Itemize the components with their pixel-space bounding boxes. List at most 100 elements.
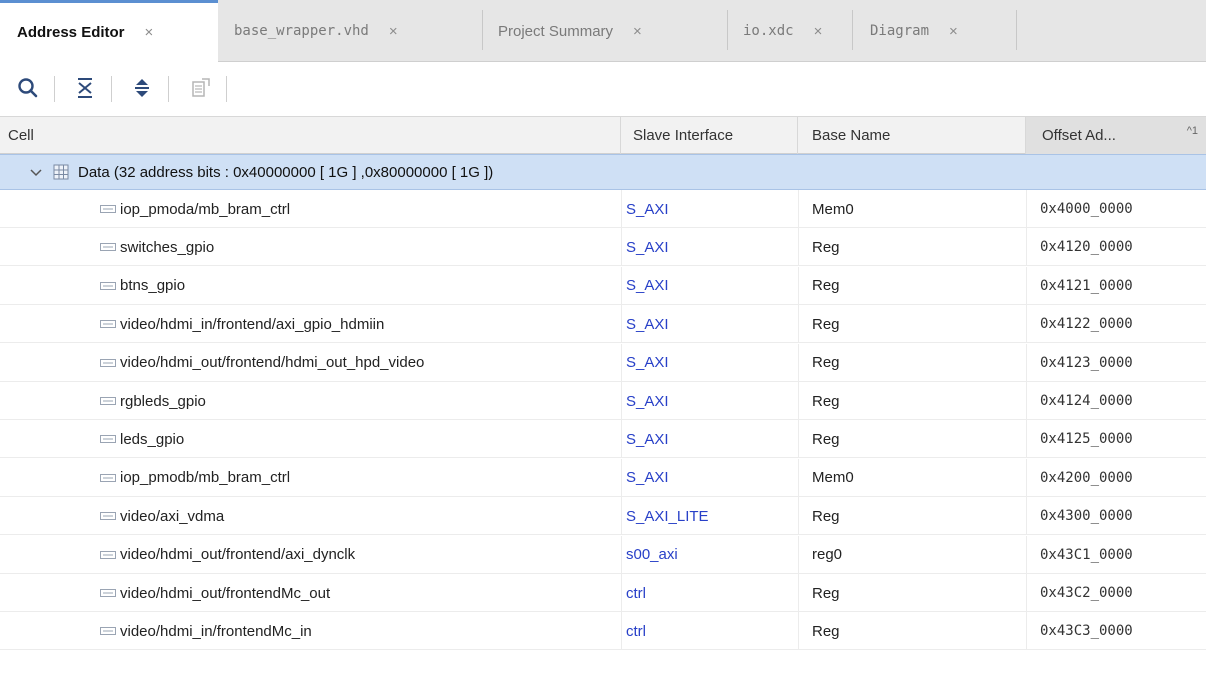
- base-name: Reg: [812, 238, 840, 256]
- column-divider: [621, 343, 622, 382]
- cell-label: video/hdmi_in/frontendMc_in: [120, 622, 312, 640]
- offset-address[interactable]: 0x4300_0000: [1040, 497, 1133, 535]
- offset-address[interactable]: 0x43C1_0000: [1040, 536, 1133, 574]
- offset-address[interactable]: 0x4121_0000: [1040, 267, 1133, 305]
- slave-interface-link[interactable]: S_AXI: [626, 459, 669, 497]
- slave-interface-link[interactable]: S_AXI: [626, 344, 669, 382]
- cell-name: video/hdmi_out/frontend/axi_dynclk: [94, 536, 355, 574]
- column-divider: [621, 535, 622, 574]
- slave-interface-link[interactable]: ctrl: [626, 612, 646, 650]
- column-header-cell[interactable]: Cell: [0, 117, 621, 154]
- slave-interface-link[interactable]: S_AXI: [626, 420, 669, 458]
- cell-label: video/hdmi_out/frontendMc_out: [120, 584, 331, 602]
- cell-label: btns_gpio: [120, 277, 186, 295]
- offset-address[interactable]: 0x4120_0000: [1040, 228, 1133, 266]
- column-divider: [798, 266, 799, 305]
- base-name: Reg: [812, 277, 840, 295]
- table-row[interactable]: video/hdmi_out/frontendMc_out ctrl Reg 0x43…: [0, 574, 1206, 612]
- tab-base-wrapper-vhd[interactable]: base_wrapper.vhd ×: [222, 0, 474, 62]
- address-space-group-row[interactable]: Data (32 address bits : 0x40000000 [ 1G …: [0, 154, 1206, 190]
- offset-address[interactable]: 0x4000_0000: [1040, 190, 1133, 228]
- close-icon[interactable]: ×: [633, 23, 642, 40]
- column-header-offset-address[interactable]: Offset Ad... ^1: [1026, 117, 1206, 154]
- toolbar-divider: [168, 76, 169, 102]
- offset-address[interactable]: 0x4124_0000: [1040, 382, 1133, 420]
- column-divider: [798, 305, 799, 344]
- sort-ascending-icon: ^1: [1186, 125, 1198, 137]
- cell-label: iop_pmoda/mb_bram_ctrl: [120, 200, 291, 218]
- column-title: Cell: [8, 127, 34, 144]
- collapse-all-icon: [78, 78, 92, 98]
- cell-label: iop_pmodb/mb_bram_ctrl: [120, 469, 291, 487]
- toolbar-divider: [54, 76, 55, 102]
- slave-interface-link[interactable]: ctrl: [626, 574, 646, 612]
- offset-address[interactable]: 0x4125_0000: [1040, 420, 1133, 458]
- slave-interface-link[interactable]: S_AXI_LITE: [626, 497, 709, 535]
- column-header-slave-interface[interactable]: Slave Interface: [621, 117, 798, 154]
- cell-name: iop_pmodb/mb_bram_ctrl: [94, 459, 290, 497]
- collapse-all-button[interactable]: [71, 74, 99, 102]
- base-name: Reg: [812, 315, 840, 333]
- tab-label: io.xdc: [743, 23, 794, 39]
- column-divider: [798, 228, 799, 267]
- tab-divider: [852, 10, 853, 50]
- column-divider: [1026, 228, 1027, 267]
- column-divider: [621, 497, 622, 536]
- table-row[interactable]: btns_gpio S_AXI Reg 0x4121_0000: [0, 266, 1206, 305]
- tab-io-xdc[interactable]: io.xdc ×: [729, 0, 851, 62]
- base-name: Mem0: [812, 469, 854, 487]
- table-row[interactable]: leds_gpio S_AXI Reg 0x4125_0000: [0, 420, 1206, 459]
- table-row[interactable]: video/hdmi_in/frontend/axi_gpio_hdmiin S_…: [0, 305, 1206, 344]
- table-row[interactable]: video/axi_vdma S_AXI_LITE Reg 0x4300_0000: [0, 497, 1206, 536]
- table-row[interactable]: video/hdmi_out/frontend/axi_dynclk s00_ax…: [0, 535, 1206, 574]
- toolbar-divider: [111, 76, 112, 102]
- slave-interface-link[interactable]: S_AXI: [626, 228, 669, 266]
- slave-interface-link[interactable]: S_AXI: [626, 305, 669, 343]
- base-name: Reg: [812, 507, 840, 525]
- search-button[interactable]: [14, 74, 42, 102]
- table-row[interactable]: rgbleds_gpio S_AXI Reg 0x4124_0000: [0, 382, 1206, 420]
- column-divider: [1026, 343, 1027, 382]
- offset-address[interactable]: 0x4122_0000: [1040, 305, 1133, 343]
- offset-address[interactable]: 0x43C2_0000: [1040, 574, 1133, 612]
- offset-address[interactable]: 0x4200_0000: [1040, 459, 1133, 497]
- auto-assign-address-icon: [192, 78, 210, 97]
- tab-diagram[interactable]: Diagram ×: [854, 0, 1014, 62]
- close-icon[interactable]: ×: [949, 23, 958, 40]
- column-title: Offset Ad...: [1042, 127, 1116, 144]
- table-row[interactable]: iop_pmodb/mb_bram_ctrl S_AXI Mem0 0x4200_00…: [0, 458, 1206, 497]
- slave-interface-link[interactable]: S_AXI: [626, 190, 669, 228]
- search-icon: [18, 78, 38, 98]
- offset-address[interactable]: 0x4123_0000: [1040, 344, 1133, 382]
- slave-interface-link[interactable]: s00_axi: [626, 536, 678, 574]
- chevron-down-icon[interactable]: [30, 168, 42, 178]
- close-icon[interactable]: ×: [145, 24, 154, 41]
- column-divider: [798, 497, 799, 536]
- cell-name: video/hdmi_in/frontendMc_in: [94, 612, 312, 650]
- column-title: Base Name: [812, 127, 891, 144]
- tab-address-editor[interactable]: Address Editor ×: [0, 0, 218, 62]
- table-row[interactable]: video/hdmi_in/frontendMc_in ctrl Reg 0x43C3…: [0, 612, 1206, 651]
- column-header-base-name[interactable]: Base Name: [798, 117, 1026, 154]
- close-icon[interactable]: ×: [814, 23, 823, 40]
- slave-interface-link[interactable]: S_AXI: [626, 382, 669, 420]
- table-row[interactable]: video/hdmi_out/frontend/hdmi_out_hpd_vid…: [0, 343, 1206, 382]
- tab-divider: [482, 10, 483, 50]
- column-divider: [1026, 190, 1027, 228]
- slave-interface-link[interactable]: S_AXI: [626, 267, 669, 305]
- table-row[interactable]: switches_gpio S_AXI Reg 0x4120_0000: [0, 228, 1206, 267]
- column-divider: [621, 420, 622, 459]
- address-editor-toolbar: [0, 62, 1206, 116]
- base-name: reg0: [812, 546, 843, 564]
- table-row[interactable]: iop_pmoda/mb_bram_ctrl S_AXI Mem0 0x4000_00…: [0, 190, 1206, 228]
- auto-assign-address-button[interactable]: [187, 74, 215, 102]
- tab-label: base_wrapper.vhd: [234, 23, 369, 39]
- offset-address[interactable]: 0x43C3_0000: [1040, 612, 1133, 650]
- table-header: Cell Slave Interface Base Name Offset Ad…: [0, 116, 1206, 154]
- expand-all-button[interactable]: [128, 74, 156, 102]
- column-divider: [621, 266, 622, 305]
- close-icon[interactable]: ×: [389, 23, 398, 40]
- editor-tab-bar: Address Editor × base_wrapper.vhd × Proj…: [0, 0, 1206, 62]
- group-label: Data (32 address bits : 0x40000000 [ 1G …: [78, 163, 494, 181]
- tab-project-summary[interactable]: Project Summary ×: [484, 0, 716, 62]
